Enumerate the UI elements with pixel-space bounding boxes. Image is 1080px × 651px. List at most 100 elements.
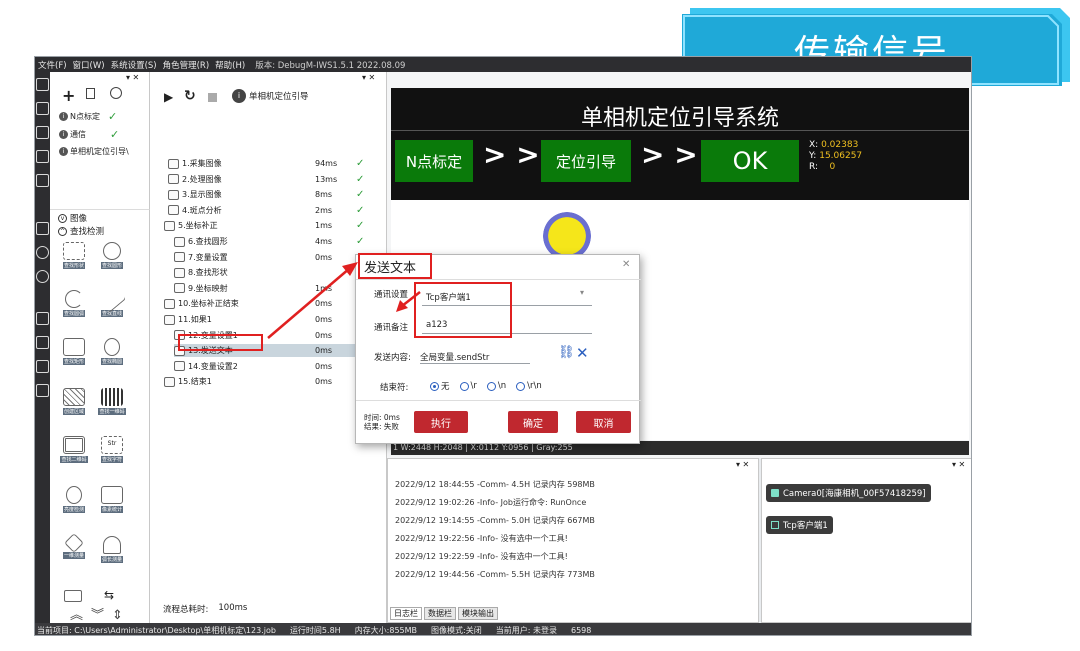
tool-find-ellipse[interactable]: 查找椭圆	[94, 338, 130, 366]
check-icon: ✓	[356, 189, 365, 201]
highlight-dialog-title	[358, 253, 432, 279]
flow-node-label: 1.采集图像	[182, 159, 222, 168]
project-item-comm[interactable]: i 通信 ✓	[59, 128, 139, 141]
flow-total-label: 流程总耗时:	[163, 605, 209, 615]
flow-node[interactable]: 10.坐标补正结束 0ms	[164, 297, 370, 310]
flow-node[interactable]: 6.查找圆形 4ms ✓	[174, 235, 370, 248]
tab-data[interactable]: 数据栏	[424, 607, 456, 620]
gear-icon[interactable]	[110, 87, 122, 99]
end-n-radio[interactable]: \n	[486, 380, 506, 392]
keyboard-icon[interactable]	[64, 590, 82, 602]
tool-brightness[interactable]: 亮度检测	[56, 486, 92, 514]
tool-find-rect[interactable]: 查找矩形	[56, 338, 92, 366]
variable-icon[interactable]	[36, 360, 49, 373]
link-icon[interactable]: ⛓	[558, 345, 575, 360]
ellipse-icon	[104, 338, 120, 356]
flow-node[interactable]: 7.变量设置0ms✓	[174, 251, 370, 264]
project-item-label: 单相机定位引导\	[70, 147, 129, 156]
flow-node[interactable]: 8.查找形状	[174, 266, 370, 279]
image-icon[interactable]	[36, 336, 49, 349]
tool-find-circle[interactable]: 查找圆形	[94, 242, 130, 270]
tool-arc-measure[interactable]: 弧长测量	[94, 536, 130, 564]
add-icon[interactable]: +	[62, 86, 75, 105]
list-icon[interactable]	[36, 78, 49, 91]
info-icon: i	[59, 112, 68, 121]
clear-icon[interactable]: ✕	[576, 344, 589, 362]
flow-node-time: 1ms	[315, 283, 333, 293]
tool-1d-measure[interactable]: 一维测量	[56, 533, 92, 560]
project-panel: ▾ ✕ + i N点标定 ✓ i 通信 ✓ i 单相机定位引导\	[50, 72, 150, 209]
stop-icon[interactable]	[208, 93, 217, 102]
project-item-guide[interactable]: i 单相机定位引导\	[59, 146, 149, 157]
tool-find-barcode[interactable]: 查找一维码	[94, 388, 130, 416]
nav-arrows-icon[interactable]: ︽︾⇕	[70, 604, 131, 623]
flow-node[interactable]: 3.显示图像 8ms ✓	[168, 188, 370, 201]
open-icon[interactable]	[36, 126, 49, 139]
tool-find-shape[interactable]: 查找形状	[56, 242, 92, 270]
camera-icon[interactable]	[36, 312, 49, 325]
check-icon[interactable]	[36, 270, 49, 283]
tool-find-arc[interactable]: 查找圆弧	[56, 290, 92, 318]
delete-icon[interactable]	[86, 88, 95, 99]
section-detect[interactable]: ^ 查找检测	[58, 225, 104, 237]
project-item-npoint[interactable]: i N点标定 ✓	[59, 110, 129, 123]
end-r-radio[interactable]: \r	[459, 380, 477, 392]
flow-node[interactable]: 15.结束1 0ms	[164, 375, 370, 388]
tool-find-char[interactable]: Str 查找字符	[94, 436, 130, 464]
menu-help[interactable]: 帮助(H)	[215, 59, 245, 71]
tool-find-qrcode[interactable]: 查找二维码	[56, 436, 92, 464]
ok-button[interactable]: 确定	[508, 411, 558, 433]
device-tcp[interactable]: Tcp客户端1	[766, 516, 833, 534]
new-icon[interactable]	[36, 102, 49, 115]
flow-node[interactable]: 1.采集图像 94ms ✓	[168, 157, 370, 170]
project-close[interactable]: ▾ ✕	[126, 73, 139, 82]
swap-icon[interactable]: ⇆	[104, 588, 122, 602]
menu-file[interactable]: 文件(F)	[38, 59, 67, 71]
end-rn-radio[interactable]: \r\n	[516, 380, 542, 392]
device-close[interactable]: ▾ ✕	[952, 460, 965, 469]
dialog-close-icon[interactable]: ✕	[622, 259, 630, 270]
barcode-icon	[101, 388, 123, 406]
send-content-value[interactable]: 全局变量.sendStr	[420, 351, 489, 363]
log-line: 2022/9/12 19:02:26 -Info- Job运行命令: RunOn…	[395, 498, 587, 507]
play-icon[interactable]: ▶	[164, 90, 173, 104]
chart-icon	[101, 486, 123, 504]
menu-window[interactable]: 窗口(W)	[73, 59, 105, 71]
run-icon[interactable]	[36, 246, 49, 259]
flow-node[interactable]: 11.如果1 0ms	[164, 313, 370, 326]
log-line: 2022/9/12 18:44:55 -Comm- 4.5H 记录内存 598M…	[395, 480, 595, 489]
check-icon: ✓	[356, 236, 365, 247]
device-camera[interactable]: Camera0[海康相机_00F57418259]	[766, 484, 931, 502]
flow-node[interactable]: 4.斑点分析 2ms ✓	[168, 204, 370, 217]
menu-system[interactable]: 系统设置(S)	[111, 59, 157, 71]
log-close[interactable]: ▾ ✕	[736, 460, 749, 469]
flow-node-time: 2ms	[315, 205, 333, 215]
end-none-radio[interactable]: 无	[430, 380, 450, 392]
settings-icon[interactable]	[36, 384, 49, 397]
flow-node-time: 94ms	[315, 159, 338, 168]
flow-node[interactable]: 2.处理图像 13ms ✓	[168, 173, 370, 186]
tool-pixel-stat[interactable]: 像素统计	[94, 486, 130, 514]
tab-module-output[interactable]: 模块输出	[458, 607, 498, 620]
log-tabs: 日志栏 数据栏 模块输出	[390, 607, 498, 620]
radio-icon	[459, 381, 469, 391]
comm-icon[interactable]	[36, 222, 49, 235]
menu-role[interactable]: 角色管理(R)	[163, 59, 210, 71]
saveas-icon[interactable]	[36, 174, 49, 187]
flow-close[interactable]: ▾ ✕	[362, 73, 375, 82]
save-icon[interactable]	[36, 150, 49, 163]
flow-node[interactable]: 5.坐标补正 1ms ✓	[164, 219, 370, 232]
flow-node[interactable]: 14.变量设置2 0ms	[174, 360, 370, 373]
flow-node[interactable]: 9.坐标映射 1ms	[174, 282, 370, 295]
y-label: Y:	[809, 151, 817, 161]
tool-create-region[interactable]: 创建区域	[56, 388, 92, 416]
status-ok: OK	[701, 140, 799, 182]
section-image[interactable]: v 图像	[58, 212, 87, 224]
cancel-button[interactable]: 取消	[576, 411, 631, 433]
tab-log[interactable]: 日志栏	[390, 607, 422, 620]
check-icon: ✓	[356, 220, 365, 232]
refresh-icon[interactable]: ↻	[184, 88, 196, 104]
run-button[interactable]: 执行	[414, 411, 468, 433]
highlight-send-node	[178, 334, 263, 351]
tool-find-line[interactable]: 查找直线	[94, 285, 130, 318]
